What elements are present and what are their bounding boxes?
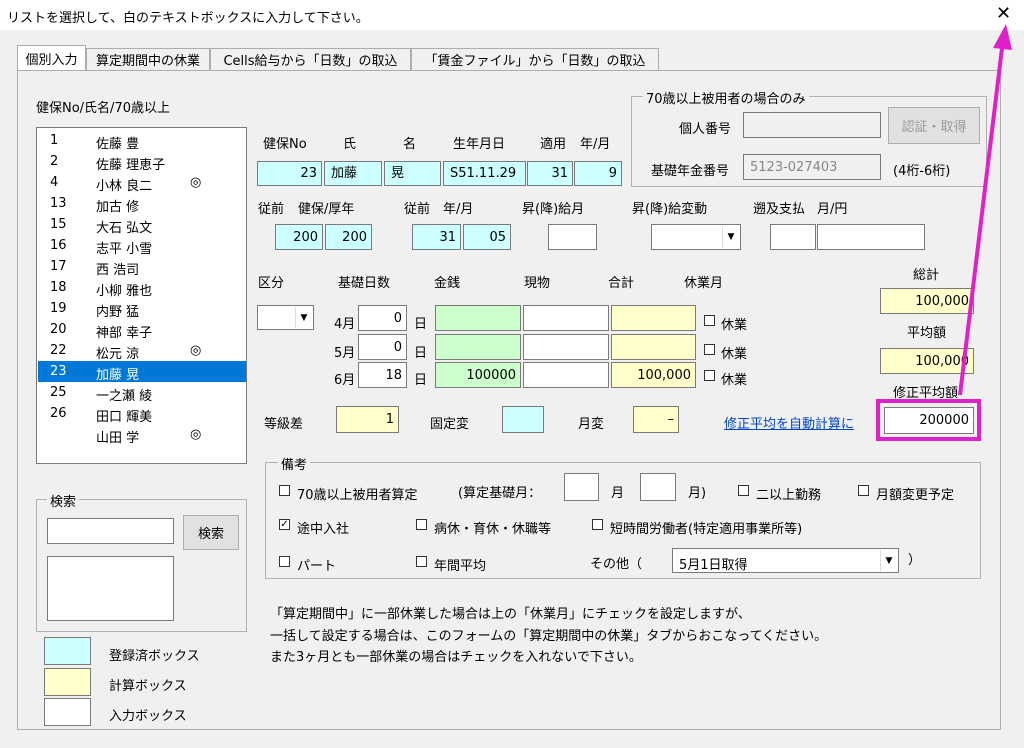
annotation-arrow bbox=[958, 24, 1012, 396]
